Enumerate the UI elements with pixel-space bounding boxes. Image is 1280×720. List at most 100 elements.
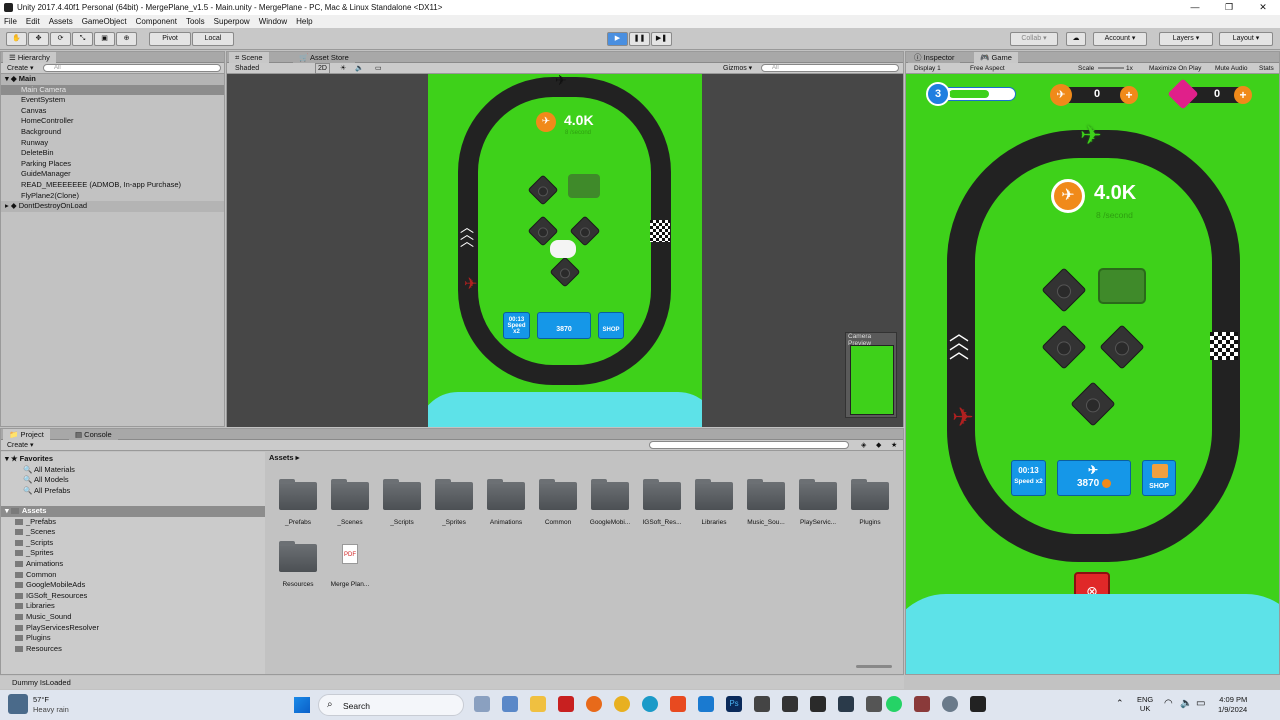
tree-folder[interactable]: IGSoft_Resources bbox=[15, 591, 87, 602]
hierarchy-item[interactable]: Background bbox=[1, 127, 224, 138]
battery-icon[interactable]: ▭ bbox=[1196, 698, 1205, 709]
task-view-icon[interactable] bbox=[474, 696, 490, 712]
audio-toggle-icon[interactable]: 🔈 bbox=[355, 63, 364, 74]
menu-edit[interactable]: Edit bbox=[26, 17, 40, 26]
game-view[interactable]: 3 0 ✈ + 0 + ✈ ︿ ︿ ︿ ✈ ✈ 4.0K 8 /second 00:… bbox=[906, 74, 1279, 674]
hierarchy-item[interactable]: GuideManager bbox=[1, 169, 224, 180]
widgets-icon[interactable] bbox=[502, 696, 518, 712]
file-explorer-icon[interactable] bbox=[530, 696, 546, 712]
play-button[interactable]: ▶ bbox=[607, 32, 628, 46]
cloud-icon[interactable]: ☁ bbox=[1066, 32, 1086, 46]
tree-folder[interactable]: _Scripts bbox=[15, 538, 53, 549]
layers-dropdown[interactable]: Layers ▾ bbox=[1159, 32, 1213, 46]
tree-folder[interactable]: Libraries bbox=[15, 601, 55, 612]
step-button[interactable]: ▶❚ bbox=[651, 32, 672, 46]
hierarchy-item[interactable]: DeleteBin bbox=[1, 148, 224, 159]
scale-slider[interactable] bbox=[1098, 67, 1124, 69]
effects-toggle-icon[interactable]: ▭ bbox=[375, 63, 382, 74]
filter-label-icon[interactable]: ◆ bbox=[876, 440, 881, 451]
move-tool-icon[interactable]: ✥ bbox=[28, 32, 49, 46]
asset-folder[interactable]: Resources bbox=[274, 541, 322, 588]
favorite-item[interactable]: 🔍 All Materials bbox=[23, 465, 75, 476]
rect-tool-icon[interactable]: ▣ bbox=[94, 32, 115, 46]
plane-crate[interactable] bbox=[1098, 268, 1146, 304]
menu-gameobject[interactable]: GameObject bbox=[82, 17, 127, 26]
tab-hierarchy[interactable]: ☰ Hierarchy bbox=[3, 52, 56, 63]
favorite-item[interactable]: 🔍 All Prefabs bbox=[23, 486, 70, 497]
shading-mode-dropdown[interactable]: Shaded bbox=[235, 63, 259, 74]
hierarchy-item[interactable]: EventSystem bbox=[1, 95, 224, 106]
tree-folder[interactable]: Animations bbox=[15, 559, 63, 570]
asset-pdf[interactable]: PDF Merge Plan... bbox=[326, 544, 374, 588]
chrome-icon[interactable] bbox=[614, 696, 630, 712]
acrobat-icon[interactable] bbox=[558, 696, 574, 712]
clock[interactable]: 4:09 PM 1/9/2024 bbox=[1218, 695, 1247, 715]
filter-type-icon[interactable]: ◈ bbox=[861, 440, 866, 451]
stats-toggle[interactable]: Stats bbox=[1259, 63, 1274, 74]
icon-size-slider[interactable] bbox=[856, 665, 892, 668]
pivot-button[interactable]: Pivot bbox=[149, 32, 191, 46]
hierarchy-item[interactable]: HomeController bbox=[1, 116, 224, 127]
pause-button[interactable]: ❚❚ bbox=[629, 32, 650, 46]
menu-help[interactable]: Help bbox=[296, 17, 312, 26]
scene-header[interactable]: ▾ ◆ Main bbox=[1, 74, 224, 85]
assets-root[interactable]: ▾ Assets bbox=[1, 506, 265, 517]
tree-folder[interactable]: Common bbox=[15, 570, 56, 581]
hierarchy-search-input[interactable]: All bbox=[43, 64, 221, 72]
gizmos-dropdown[interactable]: Gizmos ▾ bbox=[723, 63, 752, 74]
add-gems-button[interactable]: + bbox=[1234, 86, 1252, 104]
photoshop-icon[interactable]: Ps bbox=[726, 696, 742, 712]
tree-folder[interactable]: PlayServicesResolver bbox=[15, 623, 99, 634]
maximize-icon[interactable]: ❐ bbox=[1212, 0, 1246, 15]
tab-asset-store[interactable]: 🛒 Asset Store bbox=[293, 52, 355, 63]
local-button[interactable]: Local bbox=[192, 32, 234, 46]
asset-folder[interactable]: Music_Sou... bbox=[742, 479, 790, 526]
hierarchy-item[interactable]: Canvas bbox=[1, 106, 224, 117]
mute-audio-toggle[interactable]: Mute Audio bbox=[1215, 63, 1248, 74]
tree-folder[interactable]: _Scenes bbox=[15, 527, 55, 538]
menu-assets[interactable]: Assets bbox=[49, 17, 73, 26]
asset-folder[interactable]: _Scripts bbox=[378, 479, 426, 526]
wifi-icon[interactable]: ◠ bbox=[1164, 698, 1173, 709]
tab-inspector[interactable]: ⓘ Inspector bbox=[908, 52, 961, 63]
menu-component[interactable]: Component bbox=[136, 17, 177, 26]
menu-superpow[interactable]: Superpow bbox=[214, 17, 250, 26]
hand-tool-icon[interactable]: ✋ bbox=[6, 32, 27, 46]
scale-tool-icon[interactable]: ⤡ bbox=[72, 32, 93, 46]
settings-icon[interactable] bbox=[942, 696, 958, 712]
vscode-icon[interactable] bbox=[698, 696, 714, 712]
aspect-dropdown[interactable]: Free Aspect bbox=[970, 63, 1005, 74]
app-icon[interactable] bbox=[754, 696, 770, 712]
volume-icon[interactable]: 🔈 bbox=[1180, 698, 1192, 709]
asset-folder[interactable]: IGSoft_Res... bbox=[638, 479, 686, 526]
buy-plane-button[interactable]: ✈ 3870 bbox=[1057, 460, 1131, 496]
nox-icon[interactable] bbox=[838, 696, 854, 712]
hierarchy-item[interactable]: Parking Places bbox=[1, 159, 224, 170]
account-dropdown[interactable]: Account ▾ bbox=[1093, 32, 1147, 46]
app-icon[interactable] bbox=[810, 696, 826, 712]
asset-folder[interactable]: _Scenes bbox=[326, 479, 374, 526]
rotate-tool-icon[interactable]: ⟳ bbox=[50, 32, 71, 46]
favorite-icon[interactable]: ★ bbox=[891, 440, 897, 451]
tab-project[interactable]: 📁 Project bbox=[3, 429, 50, 440]
tree-folder[interactable]: _Sprites bbox=[15, 548, 54, 559]
asset-folder[interactable]: GoogleMobi... bbox=[586, 479, 634, 526]
asset-folder[interactable]: Libraries bbox=[690, 479, 738, 526]
layout-dropdown[interactable]: Layout ▾ bbox=[1219, 32, 1273, 46]
tab-console[interactable]: ▤ Console bbox=[69, 429, 118, 440]
ddol-scene-header[interactable]: ▸ ◆ DontDestroyOnLoad bbox=[1, 201, 224, 212]
tree-folder[interactable]: GoogleMobileAds bbox=[15, 580, 85, 591]
hierarchy-item[interactable]: Runway bbox=[1, 138, 224, 149]
app-icon[interactable] bbox=[866, 696, 882, 712]
whatsapp-icon[interactable] bbox=[886, 696, 902, 712]
speed-boost-button[interactable]: 00:13 Speed x2 bbox=[1011, 460, 1046, 496]
tree-folder[interactable]: _Prefabs bbox=[15, 517, 56, 528]
hierarchy-item[interactable]: Main Camera bbox=[1, 84, 224, 96]
display-dropdown[interactable]: Display 1 bbox=[914, 63, 941, 74]
asset-folder[interactable]: Common bbox=[534, 479, 582, 526]
collab-button[interactable]: Collab ▾ bbox=[1010, 32, 1058, 46]
windows-start-icon[interactable] bbox=[294, 697, 310, 713]
maximize-on-play-toggle[interactable]: Maximize On Play bbox=[1149, 63, 1201, 74]
menu-file[interactable]: File bbox=[4, 17, 17, 26]
asset-folder[interactable]: _Prefabs bbox=[274, 479, 322, 526]
